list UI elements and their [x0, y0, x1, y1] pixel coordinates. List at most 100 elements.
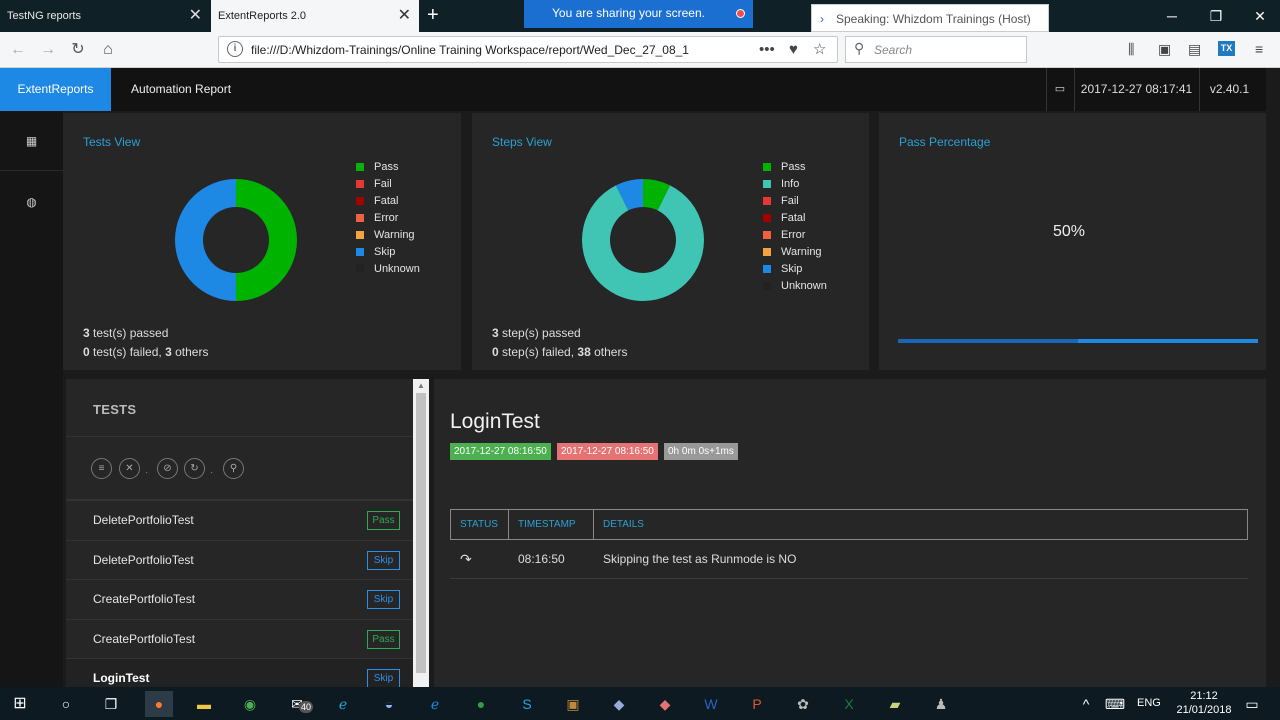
test-name: CreatePortfolioTest [93, 592, 196, 606]
app-icon[interactable]: ◆ [605, 691, 633, 717]
scroll-up-icon[interactable]: ▲ [413, 379, 429, 393]
menu-icon[interactable]: ≡ [1255, 40, 1263, 58]
passed-text: step(s) passed [502, 326, 581, 340]
chrome-icon[interactable]: ◉ [236, 691, 264, 717]
extension-icon[interactable]: TX [1218, 41, 1235, 56]
sidebar-icon[interactable]: ▣ [1158, 40, 1171, 58]
firefox-icon[interactable]: ● [145, 691, 173, 717]
brand-logo[interactable]: ExtentReports [0, 68, 111, 111]
monitor-icon[interactable]: ▭ [1046, 68, 1073, 111]
close-icon[interactable]: ✕ [398, 0, 411, 32]
tab-extentreports[interactable]: ExtentReports 2.0 ✕ [211, 0, 419, 32]
passed-count: 3 [492, 326, 499, 340]
log-row: ↷ 08:16:50 Skipping the test as Runmode … [450, 540, 1248, 579]
categories-icon[interactable]: ◍ [0, 172, 63, 232]
test-row[interactable]: CreatePortfolioTest Pass [66, 618, 414, 658]
app-icon[interactable]: ▣ [559, 691, 587, 717]
legend-label: Error [781, 229, 806, 241]
test-row[interactable]: DeletePortfolioTest Skip [66, 539, 414, 579]
skype-icon[interactable]: S [513, 691, 541, 717]
speaking-banner[interactable]: › Speaking: Whizdom Trainings (Host) [811, 4, 1049, 32]
notifications-icon[interactable]: ▭ [1238, 691, 1266, 717]
url-text[interactable]: file:///D:/Whizdom-Trainings/Online Trai… [251, 37, 721, 64]
others-count: 3 [165, 345, 172, 359]
status-badge: Pass [367, 511, 400, 530]
legend-label: Warning [781, 246, 822, 258]
restore-icon[interactable]: ❐ [1194, 0, 1238, 32]
more-dots-icon[interactable]: ••• [759, 39, 775, 61]
app-icon[interactable]: ♟ [927, 691, 955, 717]
new-tab-icon[interactable]: + [427, 4, 439, 26]
info-icon[interactable]: i [227, 41, 243, 57]
home-icon[interactable]: ⌂ [96, 38, 120, 62]
test-name: DeletePortfolioTest [93, 513, 194, 527]
url-bar[interactable]: i file:///D:/Whizdom-Trainings/Online Tr… [218, 36, 838, 63]
legend-label: Pass [781, 161, 806, 173]
browser-nav-bar: ← → ↻ ⌂ i file:///D:/Whizdom-Trainings/O… [0, 32, 1280, 68]
scroll-thumb[interactable] [416, 393, 426, 673]
test-row[interactable]: CreatePortfolioTest Skip [66, 579, 414, 618]
app-icon[interactable]: ◆ [651, 691, 679, 717]
task-view-icon[interactable]: ❐ [97, 691, 125, 717]
legend-swatch [763, 248, 771, 256]
notes-icon[interactable]: ▰ [881, 691, 909, 717]
legend-swatch [763, 214, 771, 222]
ban-icon[interactable]: ⊘ [157, 458, 178, 479]
tests-scrollbar[interactable]: ▲ [413, 379, 429, 687]
others-text: others [594, 345, 628, 359]
ie-icon[interactable]: ℯ [329, 691, 357, 717]
chevron-right-icon: › [820, 12, 824, 26]
file-explorer-icon[interactable]: ▬ [190, 691, 218, 717]
tab-title: TestNG reports [7, 10, 81, 22]
list-icon[interactable]: ≡ [91, 458, 112, 479]
log-details: Skipping the test as Runmode is NO [603, 552, 797, 566]
bookmark-star-icon[interactable]: ☆ [813, 39, 826, 61]
legend-swatch [356, 248, 364, 256]
legend-swatch [763, 265, 771, 273]
tab-title: ExtentReports 2.0 [218, 10, 307, 22]
language-indicator[interactable]: ENG [1137, 687, 1161, 720]
back-icon[interactable]: ← [6, 38, 30, 62]
windows-start-icon[interactable]: ⊞ [6, 691, 34, 717]
close-icon[interactable]: ✕ [119, 458, 140, 479]
close-icon[interactable]: ✕ [189, 0, 202, 32]
tab-testng-reports[interactable]: TestNG reports ✕ [0, 0, 210, 32]
donut-slice-pass[interactable] [236, 179, 297, 301]
tray-chevron-icon[interactable]: ^ [1076, 691, 1096, 717]
app-icon[interactable]: ◒ [375, 691, 403, 717]
refresh-icon[interactable]: ↻ [184, 458, 205, 479]
app-header: ExtentReports Automation Report ▭ 2017-1… [0, 68, 1266, 111]
status-badge: Pass [367, 629, 400, 649]
reader-icon[interactable]: ▤ [1188, 40, 1201, 58]
keyboard-icon[interactable]: ⌨ [1102, 691, 1128, 717]
app-icon[interactable]: ✿ [789, 691, 817, 717]
green-app-icon[interactable]: ● [467, 691, 495, 717]
column-details: DETAILS [603, 519, 644, 530]
search-input[interactable]: ⚲ Search [845, 36, 1027, 63]
window-close-icon[interactable]: ✕ [1238, 0, 1280, 32]
cortana-icon[interactable]: ○ [52, 691, 80, 717]
card-title: Tests View [83, 135, 141, 149]
powerpoint-icon[interactable]: P [743, 691, 771, 717]
steps-view-card: Steps View Pass Info Fail Fatal Error Warning… [472, 113, 869, 370]
excel-icon[interactable]: X [835, 691, 863, 717]
clock-time: 21:12 [1190, 690, 1218, 702]
mail-icon[interactable]: ✉ 40 [283, 691, 314, 717]
legend-label: Skip [781, 263, 803, 275]
forward-icon[interactable]: → [36, 38, 60, 62]
word-icon[interactable]: W [697, 691, 725, 717]
clock[interactable]: 21:12 21/01/2018 [1172, 689, 1236, 717]
dashboard-icon[interactable]: ▦ [0, 111, 63, 171]
pocket-icon[interactable]: ♥ [789, 39, 798, 61]
legend-label: Unknown [374, 263, 420, 275]
library-icon[interactable]: ⫼ [1128, 40, 1134, 58]
test-row[interactable]: DeletePortfolioTest Pass [66, 500, 414, 539]
search-icon[interactable]: ⚲ [223, 458, 244, 479]
reload-icon[interactable]: ↻ [66, 38, 90, 62]
tests-donut-chart [175, 179, 297, 301]
edge-icon[interactable]: ℯ [421, 691, 449, 717]
minimize-icon[interactable]: ─ [1150, 0, 1194, 32]
donut-slice-skip[interactable] [175, 179, 236, 301]
legend-label: Fatal [781, 212, 806, 224]
search-icon: ⚲ [854, 40, 865, 56]
